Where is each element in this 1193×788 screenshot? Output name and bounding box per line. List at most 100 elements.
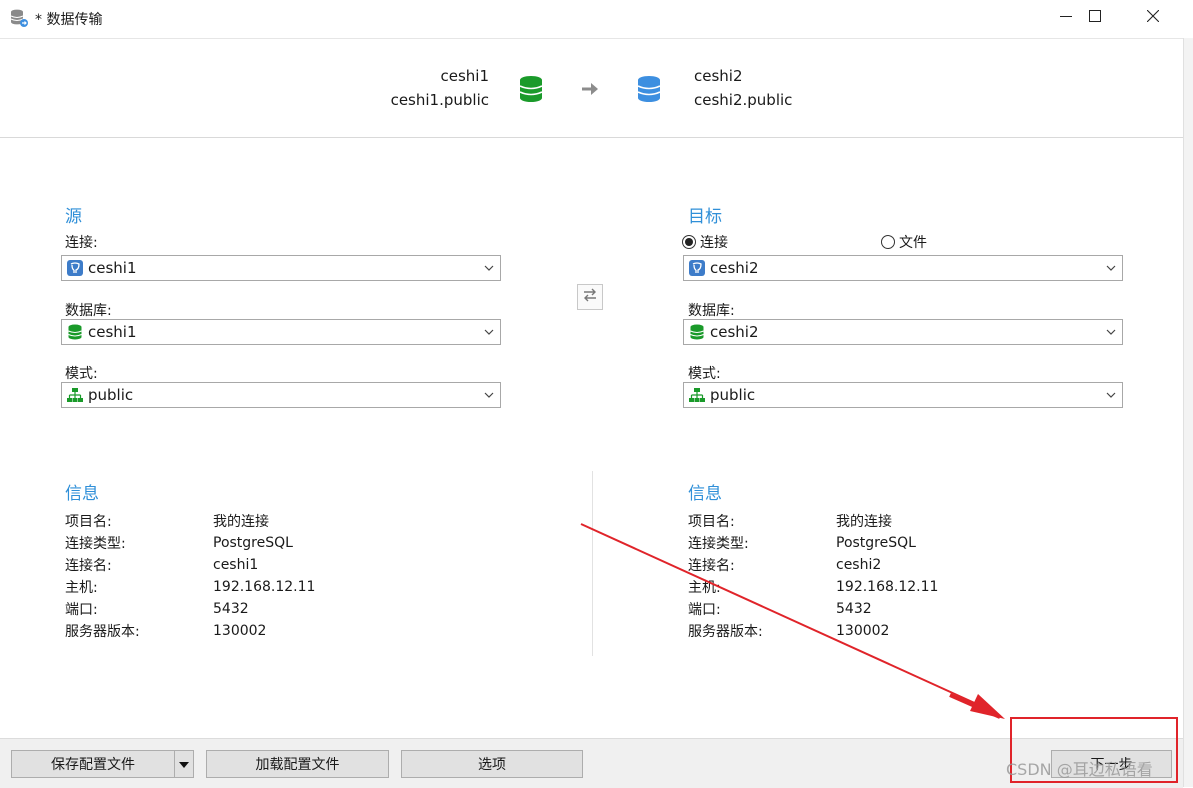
source-database-label: 数据库: — [65, 303, 112, 319]
database-icon — [67, 324, 83, 340]
load-config-button[interactable]: 加载配置文件 — [206, 750, 389, 778]
maximize-icon — [1089, 10, 1101, 26]
chevron-down-icon — [478, 383, 500, 407]
info-key: 端口: — [65, 602, 98, 618]
source-schema-label: 模式: — [65, 366, 98, 382]
target-database-label: 数据库: — [688, 303, 735, 319]
chevron-down-icon — [478, 256, 500, 280]
info-row: 主机: 192.168.12.11 — [65, 576, 315, 598]
info-value: 5432 — [836, 601, 872, 617]
info-row: 端口: 5432 — [65, 598, 315, 620]
database-icon — [689, 324, 705, 340]
radio-unselected-icon — [881, 235, 895, 249]
target-info-title: 信息 — [688, 484, 722, 504]
target-radio-connection[interactable]: 连接 — [682, 232, 728, 252]
info-key: 连接名: — [65, 558, 112, 574]
window-edge — [1183, 38, 1193, 787]
close-icon — [1146, 9, 1160, 26]
target-info-list: 项目名: 我的连接 连接类型: PostgreSQL 连接名: ceshi2 主机: 1… — [688, 510, 938, 642]
window-title: * 数据传输 — [35, 12, 103, 28]
info-key: 项目名: — [65, 514, 112, 530]
info-row: 连接名: ceshi1 — [65, 554, 315, 576]
watermark-text: CSDN @耳边私语看 — [1006, 760, 1153, 779]
save-config-dropdown-button[interactable] — [174, 750, 194, 778]
info-value: 我的连接 — [213, 514, 269, 530]
target-radio-file[interactable]: 文件 — [881, 232, 927, 252]
source-schema-value: public — [88, 386, 134, 404]
postgresql-icon — [689, 260, 705, 276]
banner-target-schema: ceshi2.public — [694, 91, 793, 109]
source-connection-label: 连接: — [65, 235, 98, 251]
info-value: 192.168.12.11 — [213, 579, 316, 595]
info-value: 192.168.12.11 — [836, 579, 939, 595]
data-transfer-app-icon — [9, 8, 29, 28]
source-info-title: 信息 — [65, 484, 99, 504]
info-key: 连接类型: — [65, 536, 126, 552]
source-connection-select[interactable]: ceshi1 — [61, 255, 501, 281]
info-row: 端口: 5432 — [688, 598, 938, 620]
postgresql-icon — [67, 260, 83, 276]
info-key: 服务器版本: — [688, 624, 763, 640]
info-value: 130002 — [836, 623, 890, 639]
chevron-down-icon — [1100, 383, 1122, 407]
target-schema-label: 模式: — [688, 366, 721, 382]
banner-source-connection: ceshi1 — [440, 67, 489, 85]
chevron-down-icon — [1100, 256, 1122, 280]
info-row: 主机: 192.168.12.11 — [688, 576, 938, 598]
info-row: 项目名: 我的连接 — [688, 510, 938, 532]
save-config-button[interactable]: 保存配置文件 — [11, 750, 175, 778]
banner-target-connection: ceshi2 — [694, 67, 743, 85]
info-value: ceshi1 — [213, 557, 259, 573]
target-radio-file-label: 文件 — [899, 235, 927, 251]
info-key: 主机: — [688, 580, 721, 596]
close-button[interactable] — [1124, 0, 1182, 36]
info-key: 项目名: — [688, 514, 735, 530]
info-value: ceshi2 — [836, 557, 882, 573]
info-key: 端口: — [688, 602, 721, 618]
arrow-right-icon — [581, 81, 599, 101]
target-database-select[interactable]: ceshi2 — [683, 319, 1123, 345]
info-value: PostgreSQL — [836, 535, 916, 551]
info-value: 130002 — [213, 623, 267, 639]
info-value: PostgreSQL — [213, 535, 293, 551]
title-bar: * 数据传输 — [0, 0, 1193, 36]
target-connection-value: ceshi2 — [710, 259, 759, 277]
swap-source-target-button[interactable] — [577, 284, 603, 310]
info-row: 连接类型: PostgreSQL — [688, 532, 938, 554]
info-row: 连接类型: PostgreSQL — [65, 532, 315, 554]
caret-down-icon — [179, 756, 189, 772]
info-row: 连接名: ceshi2 — [688, 554, 938, 576]
source-database-icon — [519, 75, 543, 107]
source-database-select[interactable]: ceshi1 — [61, 319, 501, 345]
source-info-list: 项目名: 我的连接 连接类型: PostgreSQL 连接名: ceshi1 主机: 1… — [65, 510, 315, 642]
info-row: 服务器版本: 130002 — [688, 620, 938, 642]
info-row: 服务器版本: 130002 — [65, 620, 315, 642]
target-connection-select[interactable]: ceshi2 — [683, 255, 1123, 281]
source-section-title: 源 — [65, 207, 82, 227]
schema-icon — [67, 387, 83, 403]
chevron-down-icon — [1100, 320, 1122, 344]
info-key: 服务器版本: — [65, 624, 140, 640]
info-key: 主机: — [65, 580, 98, 596]
maximize-button[interactable] — [1066, 0, 1124, 36]
chevron-down-icon — [478, 320, 500, 344]
info-divider — [592, 471, 593, 656]
banner-source-schema: ceshi1.public — [390, 91, 489, 109]
target-radio-connection-label: 连接 — [700, 235, 728, 251]
options-button[interactable]: 选项 — [401, 750, 583, 778]
radio-selected-icon — [682, 235, 696, 249]
swap-arrows-icon — [582, 288, 598, 306]
target-database-value: ceshi2 — [710, 323, 759, 341]
target-schema-value: public — [710, 386, 756, 404]
source-schema-select[interactable]: public — [61, 382, 501, 408]
schema-icon — [689, 387, 705, 403]
info-key: 连接名: — [688, 558, 735, 574]
source-connection-value: ceshi1 — [88, 259, 137, 277]
target-database-icon — [637, 75, 661, 107]
info-row: 项目名: 我的连接 — [65, 510, 315, 532]
source-database-value: ceshi1 — [88, 323, 137, 341]
info-value: 我的连接 — [836, 514, 892, 530]
info-key: 连接类型: — [688, 536, 749, 552]
target-schema-select[interactable]: public — [683, 382, 1123, 408]
info-value: 5432 — [213, 601, 249, 617]
